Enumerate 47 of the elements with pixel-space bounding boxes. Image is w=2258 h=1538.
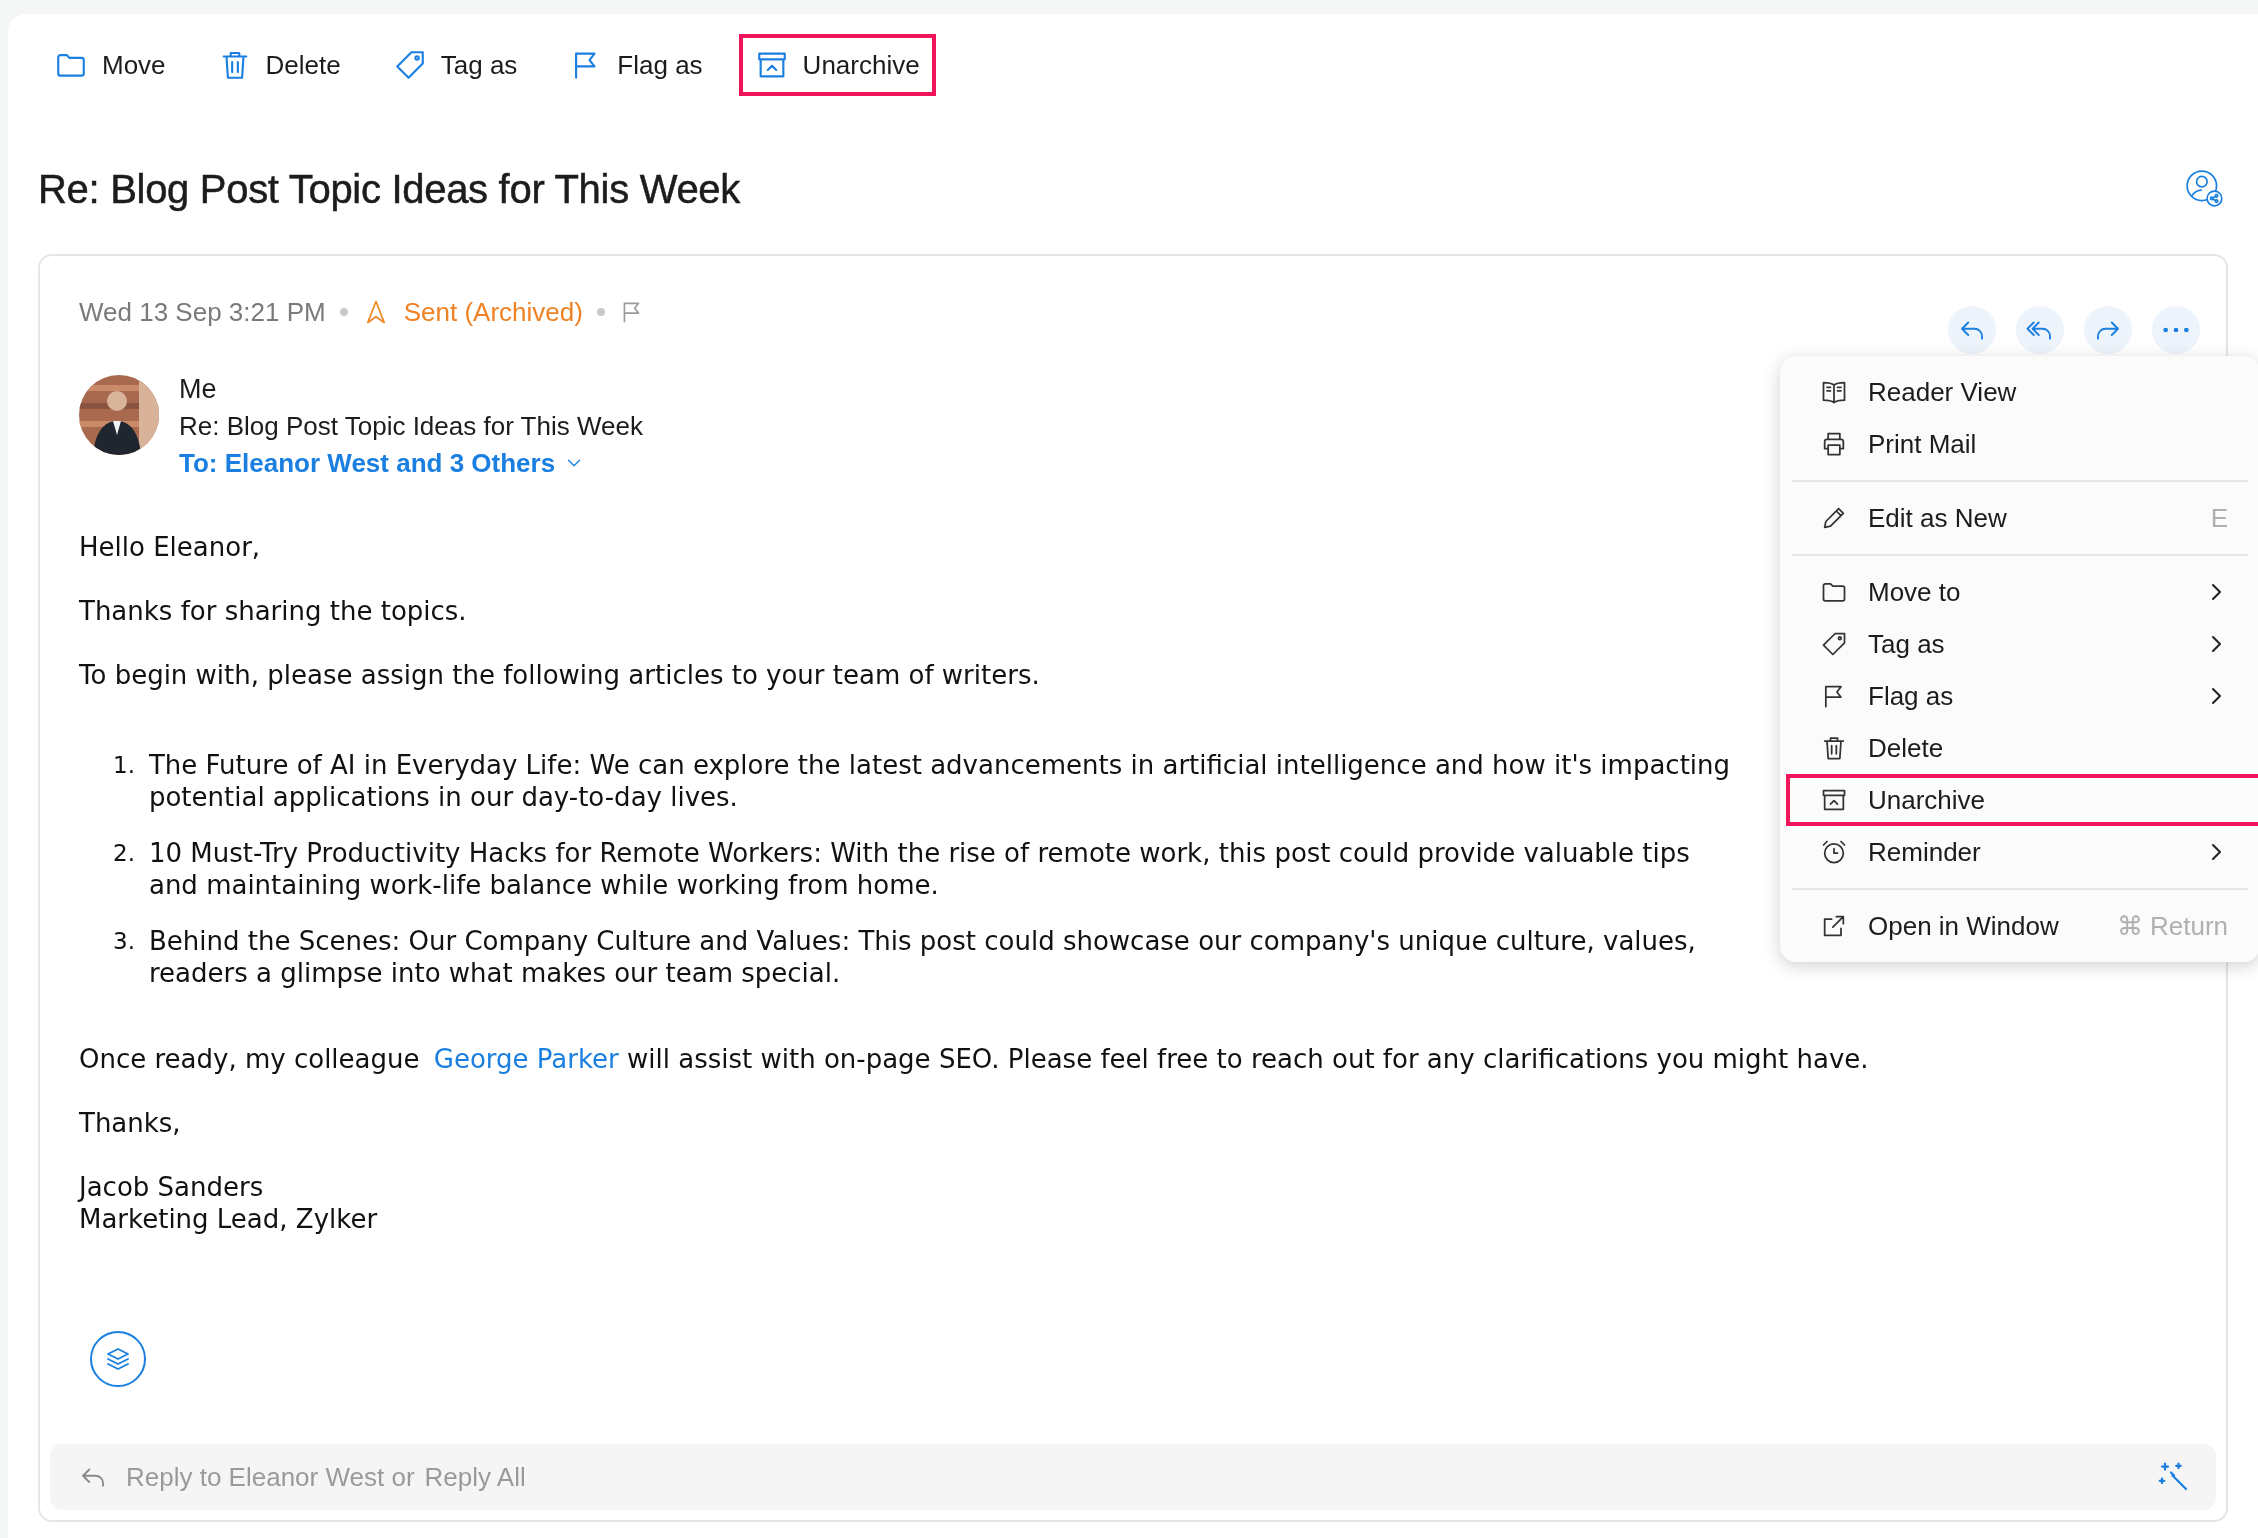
message-status: Sent (Archived) (403, 296, 583, 328)
menu-item[interactable]: Edit as New E (1786, 492, 2254, 544)
sender-name: Me (179, 373, 218, 406)
tag-icon (1820, 630, 1848, 658)
menu-item[interactable]: Move to (1786, 566, 2254, 618)
alarm-clock-icon (1820, 838, 1848, 866)
menu-item[interactable]: Flag as (1786, 670, 2254, 722)
body-paragraph: Jacob Sanders Marketing Lead, Zylker (79, 1171, 378, 1235)
menu-item[interactable]: Delete (1786, 722, 2254, 774)
layers-button[interactable] (90, 1331, 146, 1387)
more-icon (2163, 327, 2189, 333)
body-paragraph: To begin with, please assign the following articles to your team of writers. (79, 659, 1040, 691)
recipients-link[interactable]: To: Eleanor West and 3 Others (179, 445, 643, 481)
menu-item[interactable]: Print Mail (1786, 418, 2254, 470)
message-subject: Re: Blog Post Topic Ideas for This Week (179, 410, 643, 443)
separator-dot (596, 308, 605, 316)
list-item-text: 10 Must-Try Productivity Hacks for Remote Workers: With the rise of remote work, this post could provide valuable tips and maintaining work-life balance while working from home. (148, 837, 1690, 901)
more-button[interactable] (2152, 306, 2200, 354)
body-paragraph: Hello Eleanor, (79, 531, 261, 563)
message-date: Wed 13 Sep 3:21 PM (79, 296, 326, 328)
toolbar-button[interactable]: Move (38, 34, 182, 96)
body-paragraph: Thanks, (79, 1107, 181, 1139)
menu-item[interactable]: Reader View (1786, 366, 2254, 418)
list-item-text: Behind the Scenes: Our Company Culture and Values: This post could showcase our company's unique culture, values, readers a glimpse into what makes our team special. (148, 925, 1696, 989)
toolbar-button[interactable]: Tag as (376, 34, 534, 96)
email-subject: Re: Blog Post Topic Ideas for This Week (38, 166, 740, 212)
menu-item[interactable]: Unarchive (1786, 774, 2258, 826)
reply-all-button[interactable] (2016, 306, 2064, 354)
shortcut-hint: ⌘ Return (2116, 910, 2228, 942)
body-paragraph: Thanks for sharing the topics. (79, 595, 467, 627)
toolbar-button[interactable]: Delete (201, 34, 357, 96)
menu-item[interactable]: Open in Window ⌘ Return (1786, 900, 2254, 952)
reply-button[interactable] (1948, 306, 1996, 354)
menu-item[interactable]: Tag as (1786, 618, 2254, 670)
shortcut-hint: E (2210, 502, 2228, 534)
toolbar-button[interactable]: Unarchive (738, 34, 936, 96)
list-number: 2. (113, 839, 135, 868)
contact-link[interactable]: George Parker (433, 1044, 619, 1074)
list-item-text: The Future of AI in Everyday Life: We can explore the latest advancements in artificial intelligence and how it's impacting potential applications in our day-to-day lives. (148, 749, 1731, 813)
list-number: 1. (113, 751, 135, 780)
contact-share-icon[interactable] (2184, 168, 2226, 210)
separator-dot (339, 308, 348, 316)
toolbar-button[interactable]: Flag as (553, 34, 719, 96)
forward-button[interactable] (2084, 306, 2132, 354)
menu-item[interactable]: Reminder (1786, 826, 2254, 878)
body-paragraph: Once ready, my colleague George Parker will assist with on-page SEO. Please feel free to reach out for any clarifications you might have. (79, 1043, 1869, 1075)
list-number: 3. (113, 927, 135, 956)
